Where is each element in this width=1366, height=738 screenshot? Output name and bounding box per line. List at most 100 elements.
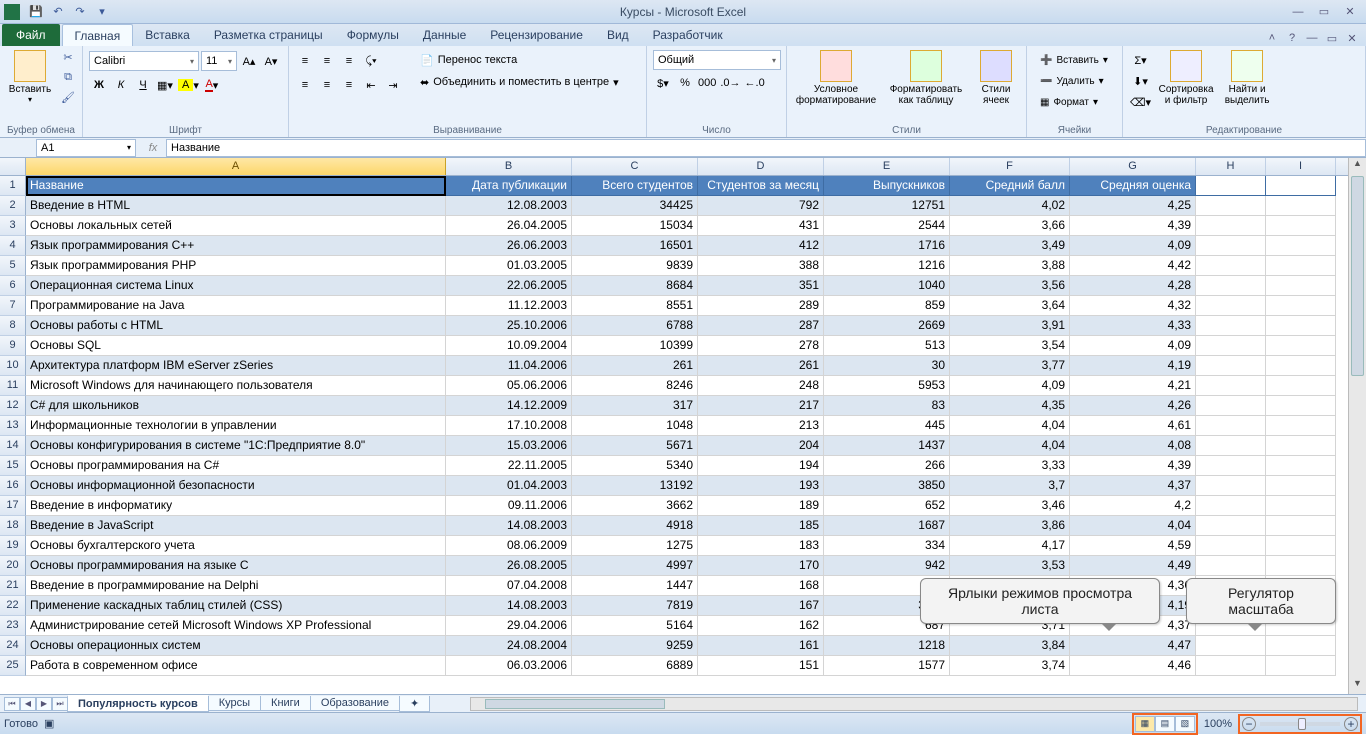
delete-cells-button[interactable]: ➖Удалить ▾ [1033, 71, 1111, 91]
vertical-scrollbar[interactable]: ▲ ▼ [1348, 158, 1366, 694]
data-cell[interactable]: 4,42 [1070, 256, 1196, 276]
format-painter-button[interactable]: 🖌 [58, 88, 78, 106]
data-cell[interactable]: 4,49 [1070, 556, 1196, 576]
col-header-d[interactable]: D [698, 158, 824, 175]
data-cell[interactable]: 351 [698, 276, 824, 296]
doc-restore-button[interactable]: ▭ [1324, 30, 1340, 46]
data-cell[interactable]: 513 [824, 336, 950, 356]
data-cell[interactable]: 4,59 [1070, 536, 1196, 556]
border-button[interactable]: ▦▾ [155, 75, 175, 95]
sheet-nav-first[interactable]: ⏮ [4, 697, 20, 711]
pagelayout-tab[interactable]: Разметка страницы [202, 24, 335, 46]
sheet-nav-next[interactable]: ▶ [36, 697, 52, 711]
clear-button[interactable]: ⌫▾ [1129, 92, 1152, 112]
row-header[interactable]: 4 [0, 236, 26, 256]
redo-button[interactable]: ↷ [70, 3, 90, 21]
autosum-button[interactable]: Σ▾ [1129, 50, 1152, 70]
header-cell[interactable]: Выпускников [824, 176, 950, 196]
row-header[interactable]: 17 [0, 496, 26, 516]
data-cell[interactable]: 09.11.2006 [446, 496, 572, 516]
data-cell[interactable]: 05.06.2006 [446, 376, 572, 396]
find-select-button[interactable]: Найти и выделить [1218, 48, 1276, 108]
data-cell[interactable]: 4,09 [950, 376, 1070, 396]
data-cell[interactable]: 3,56 [950, 276, 1070, 296]
data-cell[interactable]: 213 [698, 416, 824, 436]
data-cell[interactable]: 3662 [572, 496, 698, 516]
row-header[interactable]: 10 [0, 356, 26, 376]
data-cell[interactable]: 4,09 [1070, 236, 1196, 256]
minimize-ribbon-icon[interactable]: ˄ [1264, 30, 1280, 46]
data-cell[interactable]: 334 [824, 536, 950, 556]
name-box[interactable]: A1▾ [36, 139, 136, 157]
data-cell[interactable]: 1216 [824, 256, 950, 276]
data-cell[interactable]: 15.03.2006 [446, 436, 572, 456]
row-header[interactable]: 12 [0, 396, 26, 416]
data-cell[interactable]: 3,86 [950, 516, 1070, 536]
data-cell[interactable]: 26.08.2005 [446, 556, 572, 576]
data-cell[interactable]: 193 [698, 476, 824, 496]
data-tab[interactable]: Данные [411, 24, 478, 46]
data-cell[interactable]: 183 [698, 536, 824, 556]
align-bottom-button[interactable]: ≡ [339, 51, 359, 71]
empty-cell[interactable] [1266, 396, 1336, 416]
data-cell[interactable]: 151 [698, 656, 824, 676]
data-cell[interactable]: Язык программирования PHP [26, 256, 446, 276]
empty-cell[interactable] [1266, 656, 1336, 676]
page-layout-view-button[interactable]: ▤ [1155, 716, 1175, 732]
data-cell[interactable]: 07.04.2008 [446, 576, 572, 596]
zoom-percent[interactable]: 100% [1204, 718, 1232, 730]
header-cell[interactable]: Название [26, 176, 446, 196]
data-cell[interactable]: 278 [698, 336, 824, 356]
empty-cell[interactable] [1196, 176, 1266, 196]
data-cell[interactable]: 17.10.2008 [446, 416, 572, 436]
data-cell[interactable]: 3850 [824, 476, 950, 496]
empty-cell[interactable] [1266, 236, 1336, 256]
data-cell[interactable]: 261 [572, 356, 698, 376]
empty-cell[interactable] [1196, 656, 1266, 676]
cut-button[interactable]: ✂ [58, 48, 78, 66]
data-cell[interactable]: Архитектура платформ IBM eServer zSeries [26, 356, 446, 376]
scroll-up-arrow[interactable]: ▲ [1349, 158, 1366, 174]
data-cell[interactable]: 4918 [572, 516, 698, 536]
data-cell[interactable]: 859 [824, 296, 950, 316]
empty-cell[interactable] [1196, 296, 1266, 316]
data-cell[interactable]: 2544 [824, 216, 950, 236]
number-format-combo[interactable]: Общий▾ [653, 50, 781, 70]
col-header-f[interactable]: F [950, 158, 1070, 175]
data-cell[interactable]: Основы бухгалтерского учета [26, 536, 446, 556]
paste-button[interactable]: Вставить ▾ [4, 48, 56, 106]
font-color-button[interactable]: A▾ [202, 75, 222, 95]
data-cell[interactable]: 4,39 [1070, 456, 1196, 476]
data-cell[interactable]: 1040 [824, 276, 950, 296]
data-cell[interactable]: Основы операционных систем [26, 636, 446, 656]
data-cell[interactable]: 4,2 [1070, 496, 1196, 516]
empty-cell[interactable] [1266, 516, 1336, 536]
empty-cell[interactable] [1196, 356, 1266, 376]
doc-close-button[interactable]: ✕ [1344, 30, 1360, 46]
zoom-in-button[interactable]: + [1344, 717, 1358, 731]
empty-cell[interactable] [1196, 316, 1266, 336]
empty-cell[interactable] [1266, 456, 1336, 476]
decrease-indent-button[interactable]: ⇤ [361, 75, 381, 95]
data-cell[interactable]: 8551 [572, 296, 698, 316]
data-cell[interactable]: Применение каскадных таблиц стилей (CSS) [26, 596, 446, 616]
header-cell[interactable]: Дата публикации [446, 176, 572, 196]
new-sheet-button[interactable]: ✦ [399, 696, 430, 712]
sheet-nav-prev[interactable]: ◀ [20, 697, 36, 711]
align-left-button[interactable]: ≡ [295, 75, 315, 95]
data-cell[interactable]: 3,49 [950, 236, 1070, 256]
data-cell[interactable]: 4,26 [1070, 396, 1196, 416]
increase-indent-button[interactable]: ⇥ [383, 75, 403, 95]
row-header[interactable]: 9 [0, 336, 26, 356]
data-cell[interactable]: 10.09.2004 [446, 336, 572, 356]
data-cell[interactable]: 29.04.2006 [446, 616, 572, 636]
font-name-combo[interactable]: Calibri▾ [89, 51, 199, 71]
data-cell[interactable]: Операционная система Linux [26, 276, 446, 296]
header-cell[interactable]: Средняя оценка [1070, 176, 1196, 196]
fx-button[interactable]: fx [144, 140, 162, 156]
data-cell[interactable]: 11.12.2003 [446, 296, 572, 316]
bold-button[interactable]: Ж [89, 75, 109, 95]
data-cell[interactable]: 6889 [572, 656, 698, 676]
data-cell[interactable]: 25.10.2006 [446, 316, 572, 336]
data-cell[interactable]: 8246 [572, 376, 698, 396]
